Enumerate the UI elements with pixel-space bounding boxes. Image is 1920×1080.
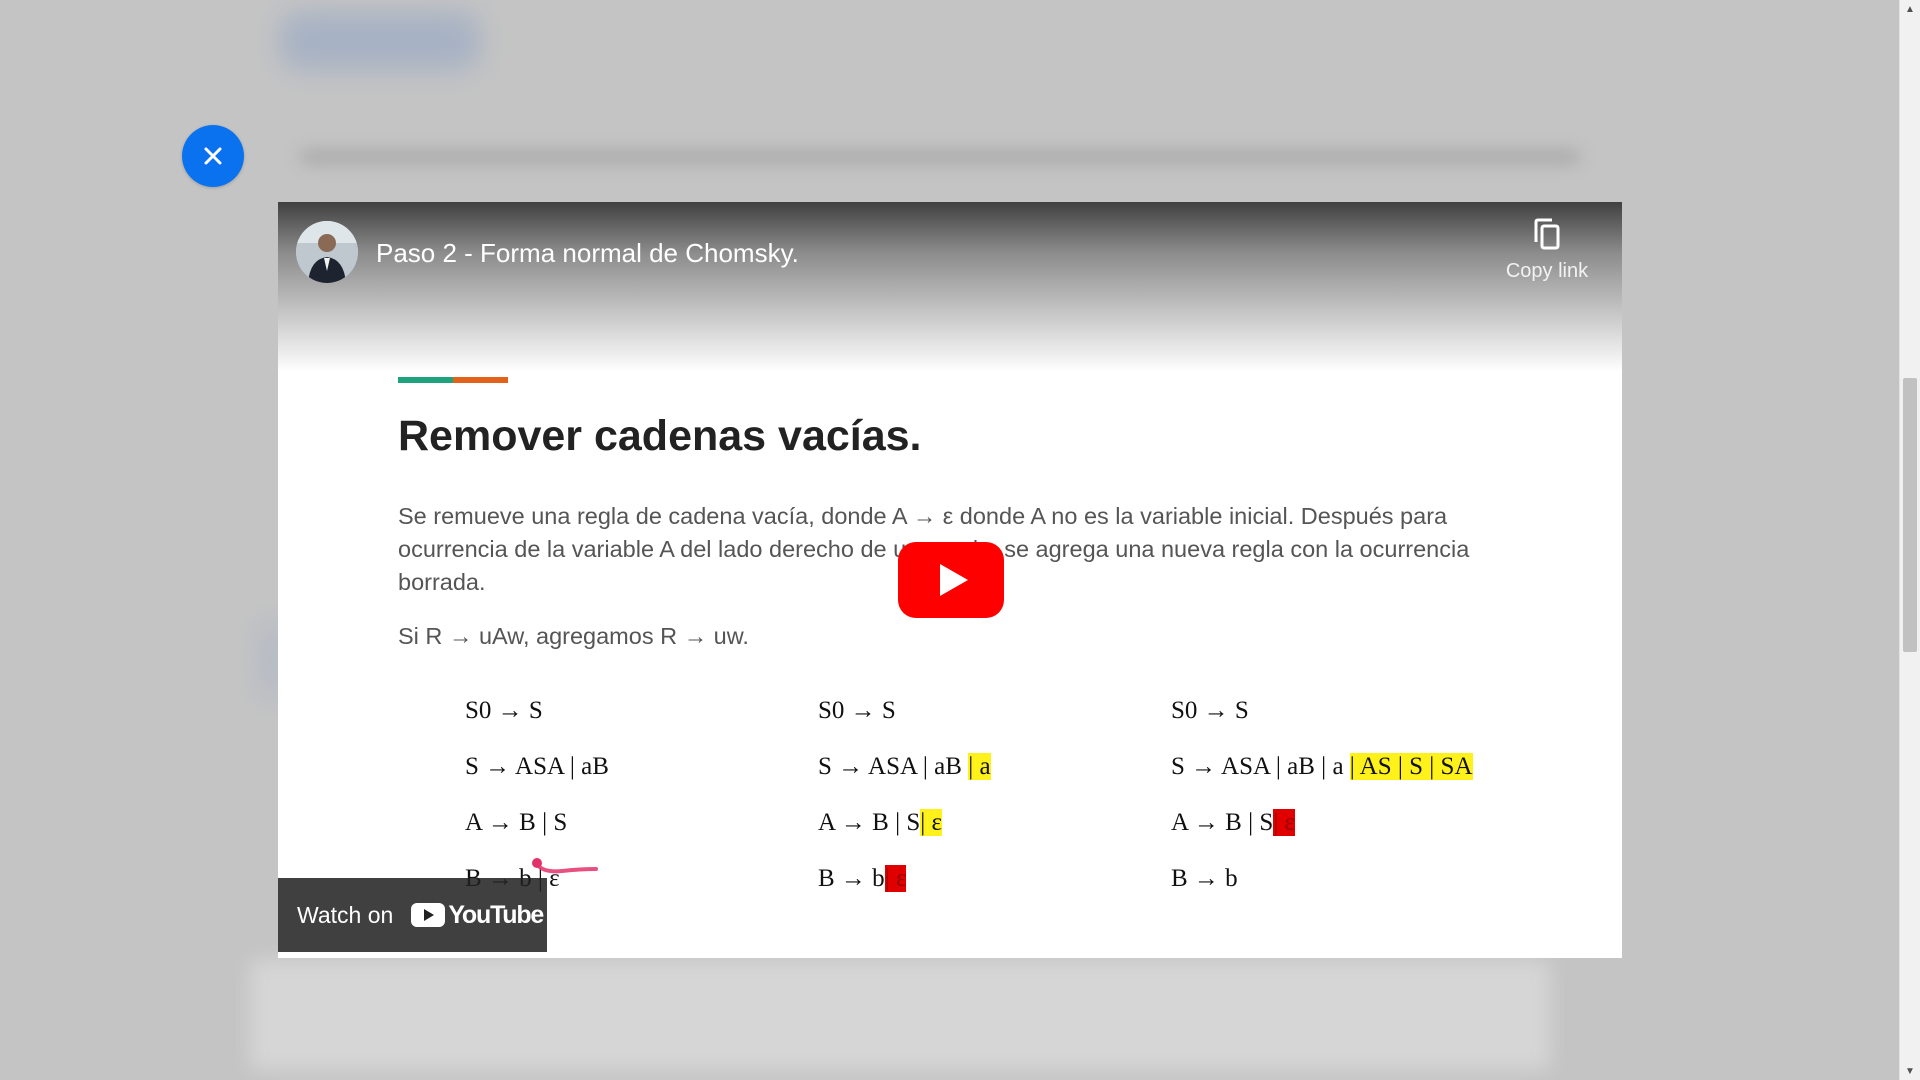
grammar-rule: S → ASA | aB | a (818, 753, 991, 780)
grammar-rule: S → ASA | aB | a | AS | S | SA (1171, 753, 1473, 780)
highlight-removed: | ε (884, 865, 907, 892)
grammar-rule: A → B | S (465, 809, 568, 836)
highlight-removed: | ε (1273, 809, 1296, 836)
grammar-rule: B → b| ε (818, 865, 907, 892)
triangle-down-icon[interactable]: ▼ (1900, 1062, 1920, 1080)
grammar-rule: B → b (1171, 865, 1238, 892)
youtube-play-icon (411, 903, 446, 927)
background-blurred-button (280, 12, 480, 70)
copy-link-label: Copy link (1505, 260, 1589, 282)
scrollbar-thumb[interactable] (1903, 378, 1917, 652)
background-blurred-panel (250, 960, 1550, 1070)
video-player[interactable]: Remover cadenas vacías. Se remueve una r… (278, 202, 1622, 958)
background-blurred-nav (300, 150, 1580, 164)
watch-on-youtube-button[interactable]: Watch on YouTube (278, 878, 547, 952)
copy-icon (1534, 218, 1560, 250)
grammar-rule: S → ASA | aB (465, 753, 609, 780)
grammar-rule: A → B | S| ε (1171, 809, 1296, 836)
close-button[interactable] (182, 125, 244, 187)
highlight-added: | a (968, 753, 991, 780)
play-icon (898, 542, 1004, 618)
youtube-logo: YouTube (411, 900, 544, 930)
triangle-up-icon[interactable]: ▲ (1900, 0, 1920, 18)
slide-paragraph-rule: Si R → uAw, agregamos R → uw. (398, 623, 749, 649)
video-title[interactable]: Paso 2 - Forma normal de Chomsky. (376, 238, 799, 269)
watch-on-label: Watch on (297, 901, 394, 928)
highlight-added: | ε (920, 809, 943, 836)
slide-heading: Remover cadenas vacías. (398, 412, 922, 460)
copy-link-button[interactable]: Copy link (1488, 218, 1606, 283)
youtube-wordmark: YouTube (448, 900, 544, 929)
grammar-rule: S0 → S (1171, 697, 1249, 724)
highlight-added: | AS | S | SA (1349, 753, 1473, 780)
grammar-column-3: S0 → S S → ASA | aB | a | AS | S | SA A … (1171, 694, 1473, 918)
grammar-rule: S0 → S (818, 697, 896, 724)
slide-accent-bar (398, 377, 508, 383)
play-button[interactable] (898, 542, 1004, 618)
video-top-bar (278, 202, 1622, 372)
page-scrollbar[interactable]: ▲ ▼ (1899, 0, 1920, 1080)
grammar-column-2: S0 → S S → ASA | aB | a A → B | S| ε B →… (818, 694, 991, 918)
grammar-rule: S0 → S (465, 697, 543, 724)
channel-avatar[interactable] (296, 221, 358, 283)
close-icon (204, 147, 222, 165)
grammar-rule: A → B | S| ε (818, 809, 943, 836)
